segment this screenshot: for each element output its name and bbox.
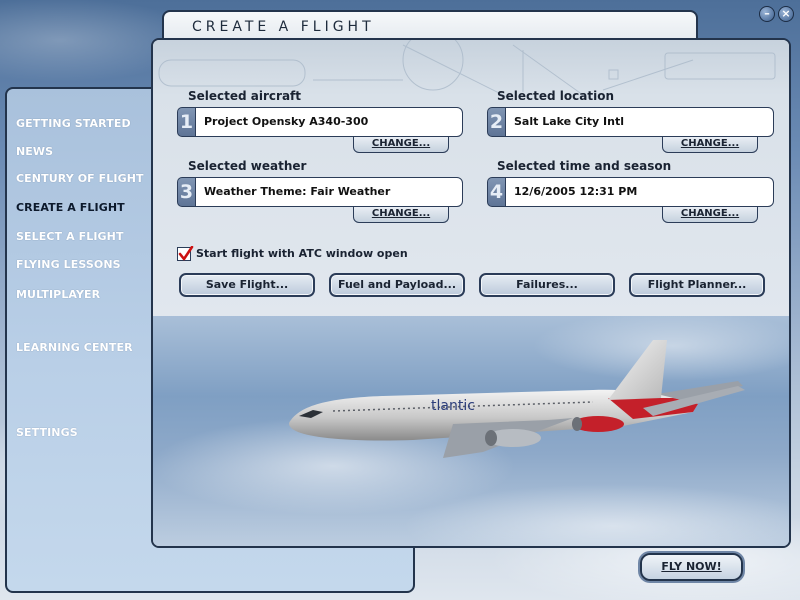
settings-area: Selected aircraft 1 Project Opensky A340… <box>153 40 789 316</box>
aircraft-value: Project Opensky A340-300 <box>195 107 463 137</box>
location-label: Selected location <box>497 89 614 103</box>
nav-item-create-a-flight[interactable]: CREATE A FLIGHT <box>16 201 125 214</box>
location-value: Salt Lake City Intl <box>505 107 774 137</box>
nav-item-news[interactable]: NEWS <box>16 145 53 158</box>
step-number-4: 4 <box>487 177 505 207</box>
step-number-2: 2 <box>487 107 505 137</box>
change-aircraft-button[interactable]: CHANGE... <box>353 137 449 153</box>
main-panel: Selected aircraft 1 Project Opensky A340… <box>151 38 791 548</box>
change-time-button[interactable]: CHANGE... <box>662 207 758 223</box>
save-flight-button[interactable]: Save Flight... <box>179 273 315 297</box>
nav-item-learning-center[interactable]: LEARNING CENTER <box>16 341 133 354</box>
fly-now-button[interactable]: FLY NOW! <box>640 553 743 581</box>
svg-text:tlantic: tlantic <box>431 398 475 414</box>
weather-value: Weather Theme: Fair Weather <box>195 177 463 207</box>
flight-planner-button[interactable]: Flight Planner... <box>629 273 765 297</box>
airplane-icon: tlantic <box>289 340 745 458</box>
nav-item-flying-lessons[interactable]: FLYING LESSONS <box>16 258 121 271</box>
page-title: CREATE A FLIGHT <box>192 19 375 35</box>
time-season-label: Selected time and season <box>497 159 672 173</box>
fuel-payload-button[interactable]: Fuel and Payload... <box>329 273 465 297</box>
step-number-3: 3 <box>177 177 195 207</box>
nav-item-settings[interactable]: SETTINGS <box>16 426 78 439</box>
nav-item-getting-started[interactable]: GETTING STARTED <box>16 117 131 130</box>
atc-checkbox[interactable] <box>177 246 194 261</box>
nav-item-century-of-flight[interactable]: CENTURY OF FLIGHT <box>16 172 144 185</box>
check-mark-icon <box>178 246 194 261</box>
minimize-icon[interactable]: – <box>759 6 775 22</box>
step-number-1: 1 <box>177 107 195 137</box>
failures-button[interactable]: Failures... <box>479 273 615 297</box>
aircraft-preview-image: tlantic <box>153 316 789 546</box>
close-icon[interactable]: × <box>778 6 794 22</box>
change-location-button[interactable]: CHANGE... <box>662 137 758 153</box>
aircraft-label: Selected aircraft <box>188 89 302 103</box>
nav-item-multiplayer[interactable]: MULTIPLAYER <box>16 288 100 301</box>
time-season-value: 12/6/2005 12:31 PM <box>505 177 774 207</box>
weather-label: Selected weather <box>188 159 307 173</box>
atc-checkbox-label[interactable]: Start flight with ATC window open <box>196 247 408 260</box>
nav-item-select-a-flight[interactable]: SELECT A FLIGHT <box>16 230 124 243</box>
change-weather-button[interactable]: CHANGE... <box>353 207 449 223</box>
